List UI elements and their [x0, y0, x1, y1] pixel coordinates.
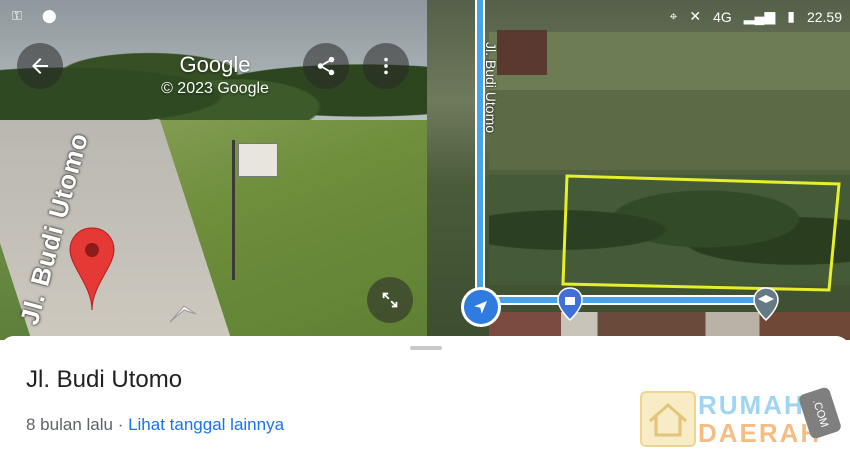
imagery-date: 8 bulan lalu: [26, 415, 113, 434]
more-options-button[interactable]: [363, 43, 409, 89]
clock: 22.59: [806, 8, 842, 25]
watermark-logo: RUMAH DAERAH .COM: [640, 386, 843, 452]
bottom-sheet[interactable]: Jl. Budi Utomo 8 bulan lalu · Lihat tang…: [0, 336, 850, 454]
watermark-line2: DAERAH: [698, 418, 822, 448]
sign-board: [238, 143, 278, 177]
status-bar: ⌖ ✕ 4G ▂▄▆ ▮ 22.59: [669, 8, 842, 25]
key-icon: ⚿: [12, 8, 22, 23]
satellite-map[interactable]: Jl. Budi Utomo ⌖ ✕ 4G ▂▄▆ ▮ 22.59: [427, 0, 850, 340]
route-outline: [475, 0, 765, 305]
more-vert-icon: [384, 57, 388, 75]
house-outline-icon: [649, 402, 687, 437]
route-line: [477, 0, 765, 303]
school-pin-icon[interactable]: [753, 287, 779, 321]
network-type: 4G: [713, 8, 732, 25]
location-icon: ⌖: [669, 8, 678, 24]
signal-icon: ▂▄▆: [743, 8, 776, 24]
share-button[interactable]: [303, 43, 349, 89]
sign-post: [232, 140, 235, 280]
parcel-highlight: [561, 174, 841, 292]
google-brand: Google: [179, 52, 251, 77]
drag-handle[interactable]: [410, 346, 442, 350]
imagery-date-line: 8 bulan lalu · Lihat tanggal lainnya: [26, 415, 284, 435]
street-view-panorama[interactable]: Jl. Budi Utomo ⚿ ⬤ Google © 2023 Google: [0, 0, 427, 340]
arrow-left-icon: [32, 58, 48, 74]
back-button[interactable]: [17, 43, 63, 89]
place-title: Jl. Budi Utomo: [26, 366, 183, 393]
navigation-arrow-icon: [474, 301, 487, 314]
current-location-button[interactable]: [461, 287, 501, 327]
red-pin-icon: [69, 227, 115, 311]
shopping-pin-icon[interactable]: [557, 287, 583, 321]
share-icon: [317, 56, 335, 76]
battery-icon: ▮: [787, 8, 795, 24]
separator: ·: [112, 415, 129, 434]
expand-icon: [382, 292, 398, 308]
expand-button[interactable]: [367, 277, 413, 323]
map-street-label: Jl. Budi Utomo: [483, 42, 499, 134]
copyright-text: © 2023 Google: [161, 80, 269, 97]
house-icon: [640, 391, 696, 447]
mute-icon: ✕: [689, 8, 702, 24]
watermark-line1: RUMAH: [698, 390, 805, 420]
see-other-dates-link[interactable]: Lihat tanggal lainnya: [128, 415, 284, 434]
street-view-header: Google © 2023 Google: [130, 52, 300, 98]
navigation-arrow-icon[interactable]: [168, 300, 198, 326]
location-pin-icon: ⬤: [42, 8, 57, 23]
